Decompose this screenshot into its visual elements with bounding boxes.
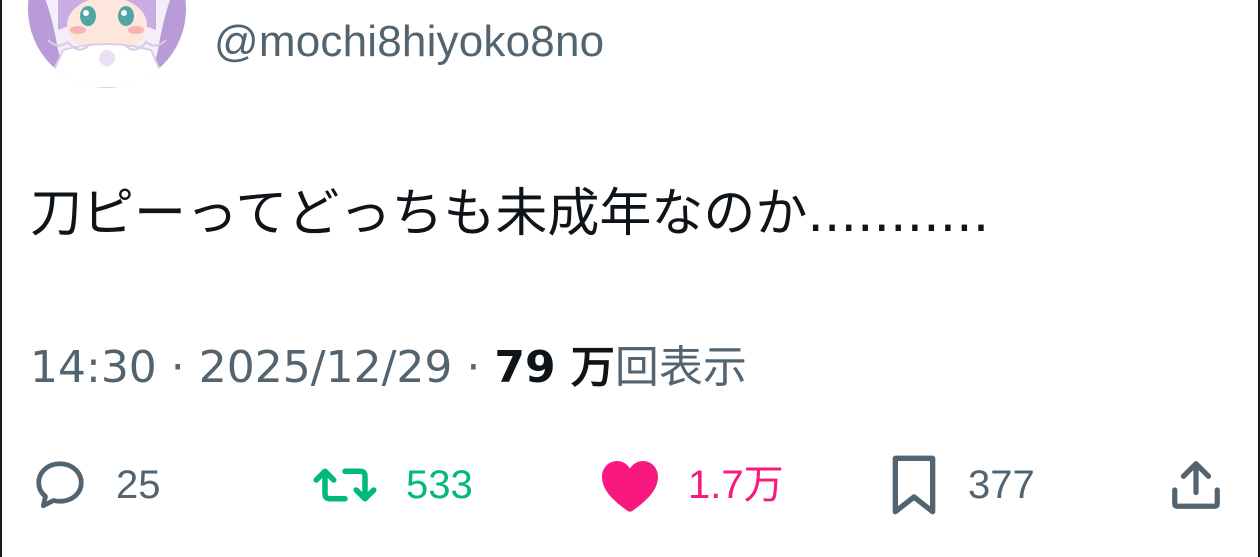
views-label: 回表示 — [614, 342, 747, 393]
heart-icon — [602, 461, 658, 512]
bookmark-icon — [892, 455, 936, 515]
tweet-text: 刀ピーってどっちも未成年なのか........... — [30, 184, 990, 244]
reply-button[interactable]: 25 — [30, 450, 161, 520]
reply-count: 25 — [116, 463, 161, 507]
bookmark-count: 377 — [968, 463, 1035, 507]
retweet-button[interactable]: 533 — [310, 450, 473, 520]
tweet-date[interactable]: 2025/12/29 — [199, 342, 453, 393]
speech-bubble-icon — [36, 461, 84, 509]
avatar-illustration — [28, 0, 186, 88]
views-count[interactable]: 79 万 — [494, 342, 615, 393]
tweet-time[interactable]: 14:30 — [30, 342, 157, 393]
retweet-arrows-icon — [313, 468, 377, 502]
share-upload-icon — [1172, 461, 1220, 509]
meta-separator: · — [452, 342, 495, 393]
avatar[interactable] — [28, 0, 186, 88]
share-button[interactable] — [1166, 450, 1226, 520]
retweet-count: 533 — [406, 463, 473, 507]
action-bar: 25 533 1.7万 377 — [0, 450, 1260, 520]
like-count: 1.7万 — [688, 463, 784, 507]
user-handle[interactable]: @mochi8hiyoko8no — [214, 14, 604, 70]
meta-separator: · — [156, 342, 199, 393]
tweet-meta: 14:30 · 2025/12/29 · 79 万回表示 — [30, 340, 747, 396]
like-button[interactable]: 1.7万 — [598, 450, 784, 520]
bookmark-button[interactable]: 377 — [886, 450, 1035, 520]
